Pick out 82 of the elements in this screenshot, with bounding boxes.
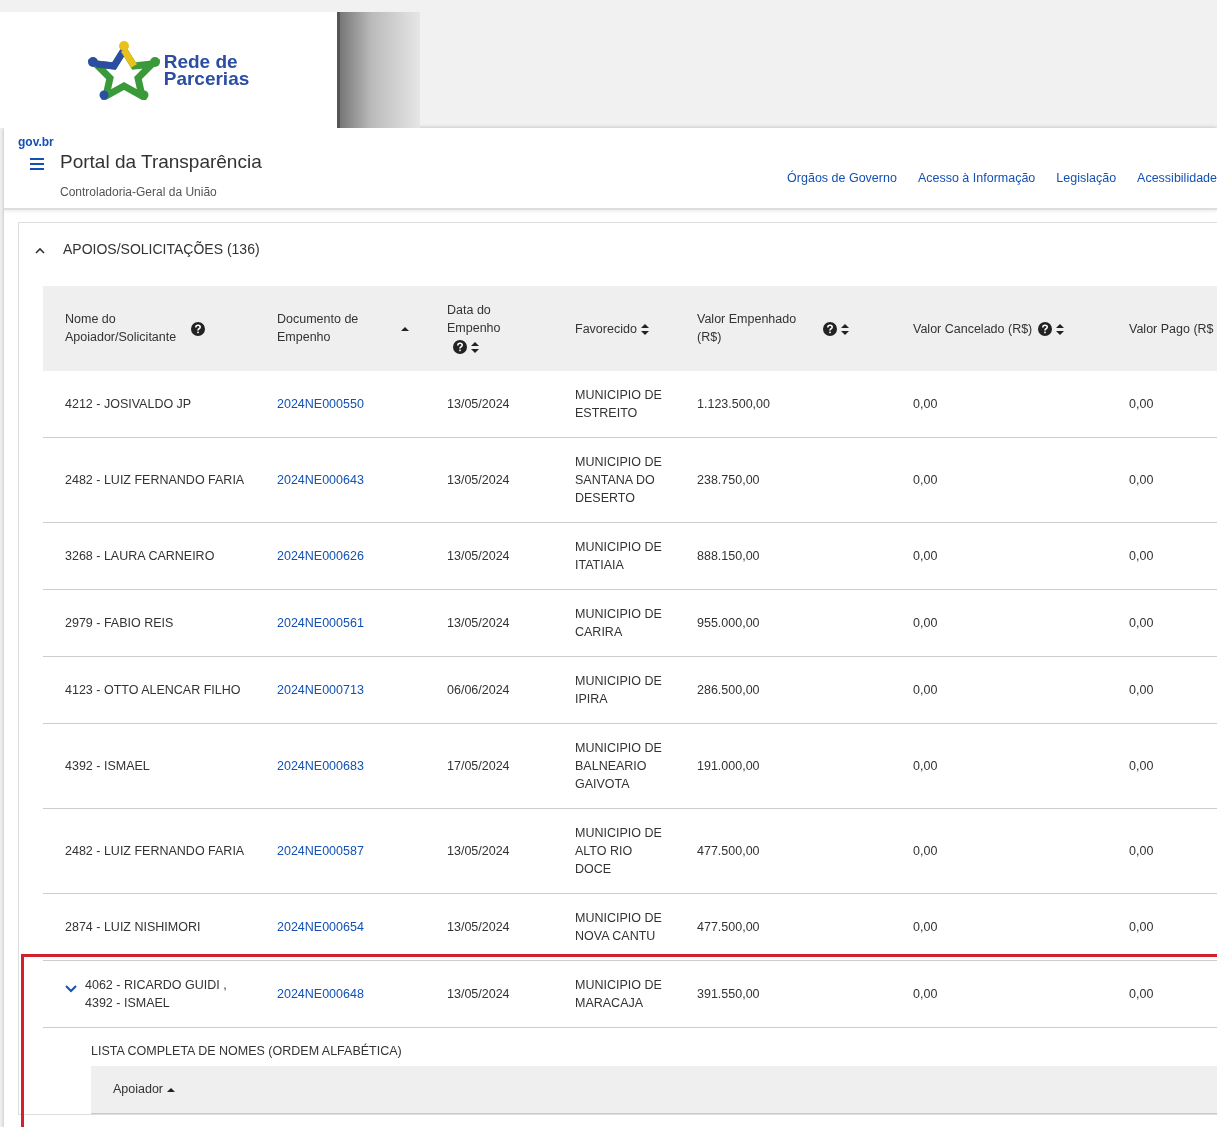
nav-link[interactable]: Legislação bbox=[1056, 168, 1117, 188]
amount-text: 0,00 bbox=[913, 615, 938, 630]
amount-text: 0,00 bbox=[1129, 919, 1154, 934]
supporter-name: 2874 - LUIZ NISHIMORI bbox=[65, 919, 201, 934]
amount-text: 477.500,00 bbox=[697, 919, 760, 934]
column-header[interactable]: Apoiador bbox=[113, 1081, 164, 1096]
date-text: 13/05/2024 bbox=[447, 396, 510, 411]
amount-text: 0,00 bbox=[913, 548, 938, 563]
date-text: 13/05/2024 bbox=[447, 472, 510, 487]
document-link[interactable]: 2024NE000713 bbox=[277, 682, 364, 697]
amount-text: 238.750,00 bbox=[697, 472, 760, 487]
document-link[interactable]: 2024NE000683 bbox=[277, 758, 364, 773]
nav-link[interactable]: Acessibilidade bbox=[1137, 168, 1217, 188]
supporter-name: 4212 - JOSIVALDO JP bbox=[65, 396, 192, 411]
beneficiary-text: MUNICIPIO DE MARACAJA bbox=[575, 977, 662, 1010]
date-text: 06/06/2024 bbox=[447, 682, 510, 697]
amount-text: 0,00 bbox=[913, 843, 938, 858]
amount-text: 0,00 bbox=[1129, 843, 1154, 858]
portal-subtitle: Controladoria-Geral da União bbox=[60, 183, 218, 201]
amount-text: 0,00 bbox=[913, 758, 938, 773]
date-text: 13/05/2024 bbox=[447, 615, 510, 630]
date-text: 13/05/2024 bbox=[447, 919, 510, 934]
amount-text: 391.550,00 bbox=[697, 986, 760, 1001]
amount-text: 0,00 bbox=[1129, 396, 1154, 411]
supporter-name: 4392 - ISMAEL bbox=[65, 758, 150, 773]
beneficiary-text: MUNICIPIO DE ITATIAIA bbox=[575, 539, 662, 572]
help-icon[interactable] bbox=[453, 337, 467, 356]
help-icon[interactable] bbox=[823, 319, 837, 338]
amount-text: 0,00 bbox=[1129, 615, 1154, 630]
amount-text: 477.500,00 bbox=[697, 843, 760, 858]
beneficiary-text: MUNICIPIO DE ESTREITO bbox=[575, 387, 662, 420]
beneficiary-text: MUNICIPIO DE IPIRA bbox=[575, 673, 662, 706]
star-logo-icon bbox=[87, 40, 160, 100]
amount-text: 0,00 bbox=[913, 682, 938, 697]
supporter-name: 4123 - OTTO ALENCAR FILHO bbox=[65, 682, 241, 697]
date-text: 13/05/2024 bbox=[447, 548, 510, 563]
amount-text: 0,00 bbox=[913, 396, 938, 411]
amount-text: 0,00 bbox=[1129, 682, 1154, 697]
supporter-name: 2482 - LUIZ FERNANDO FARIA bbox=[65, 843, 245, 858]
document-link[interactable]: 2024NE000587 bbox=[277, 843, 364, 858]
beneficiary-text: MUNICIPIO DE BALNEARIO GAIVOTA bbox=[575, 740, 662, 791]
supporter-name: 3268 - LAURA CARNEIRO bbox=[65, 548, 215, 563]
document-link[interactable]: 2024NE000550 bbox=[277, 396, 364, 411]
amount-text: 286.500,00 bbox=[697, 682, 760, 697]
portal-title: Portal da Transparência bbox=[60, 150, 262, 174]
amount-text: 0,00 bbox=[1129, 472, 1154, 487]
amount-text: 0,00 bbox=[1129, 548, 1154, 563]
supporter-name: 4062 - RICARDO GUIDI , 4392 - ISMAEL bbox=[85, 976, 228, 1012]
section-title: APOIOS/SOLICITAÇÕES (136) bbox=[63, 240, 260, 259]
document-link[interactable]: 2024NE000626 bbox=[277, 548, 364, 563]
supporter-name: 2979 - FABIO REIS bbox=[65, 615, 174, 630]
beneficiary-text: MUNICIPIO DE CARIRA bbox=[575, 606, 662, 639]
column-header[interactable]: Valor Pago (R$ bbox=[1129, 319, 1214, 338]
amount-text: 0,00 bbox=[913, 986, 938, 1001]
document-link[interactable]: 2024NE000561 bbox=[277, 615, 364, 630]
nav-link[interactable]: Órgãos de Governo bbox=[787, 168, 897, 188]
help-icon[interactable] bbox=[1038, 319, 1053, 338]
beneficiary-text: MUNICIPIO DE ALTO RIO DOCE bbox=[575, 825, 662, 876]
govbr-logo[interactable]: gov.br bbox=[18, 136, 262, 148]
date-text: 13/05/2024 bbox=[447, 843, 510, 858]
list-title: LISTA COMPLETA DE NOMES (ORDEM ALFABÉTICA) bbox=[90, 1042, 403, 1060]
column-header[interactable]: Valor Cancelado (R$) bbox=[913, 319, 1033, 338]
amount-text: 0,00 bbox=[1129, 758, 1154, 773]
supporter-name: 2482 - LUIZ FERNANDO FARIA bbox=[65, 472, 245, 487]
document-link[interactable]: 2024NE000643 bbox=[277, 472, 364, 487]
beneficiary-text: MUNICIPIO DE NOVA CANTU bbox=[575, 910, 662, 943]
document-link[interactable]: 2024NE000654 bbox=[277, 919, 364, 934]
beneficiary-text: MUNICIPIO DE SANTANA DO DESERTO bbox=[575, 454, 662, 505]
column-header[interactable]: Favorecido bbox=[575, 319, 637, 338]
amount-text: 1.123.500,00 bbox=[697, 396, 770, 411]
amount-text: 888.150,00 bbox=[697, 548, 760, 563]
amount-text: 0,00 bbox=[913, 472, 938, 487]
help-icon[interactable] bbox=[191, 319, 205, 338]
nav-link[interactable]: Acesso à Informação bbox=[917, 168, 1036, 188]
document-link[interactable]: 2024NE000648 bbox=[277, 986, 364, 1001]
date-text: 13/05/2024 bbox=[447, 986, 510, 1001]
amount-text: 191.000,00 bbox=[697, 758, 760, 773]
amount-text: 955.000,00 bbox=[697, 615, 760, 630]
amount-text: 0,00 bbox=[1129, 986, 1154, 1001]
date-text: 17/05/2024 bbox=[447, 758, 510, 773]
logo-text: Rede de Parcerias bbox=[163, 53, 250, 87]
amount-text: 0,00 bbox=[913, 919, 938, 934]
